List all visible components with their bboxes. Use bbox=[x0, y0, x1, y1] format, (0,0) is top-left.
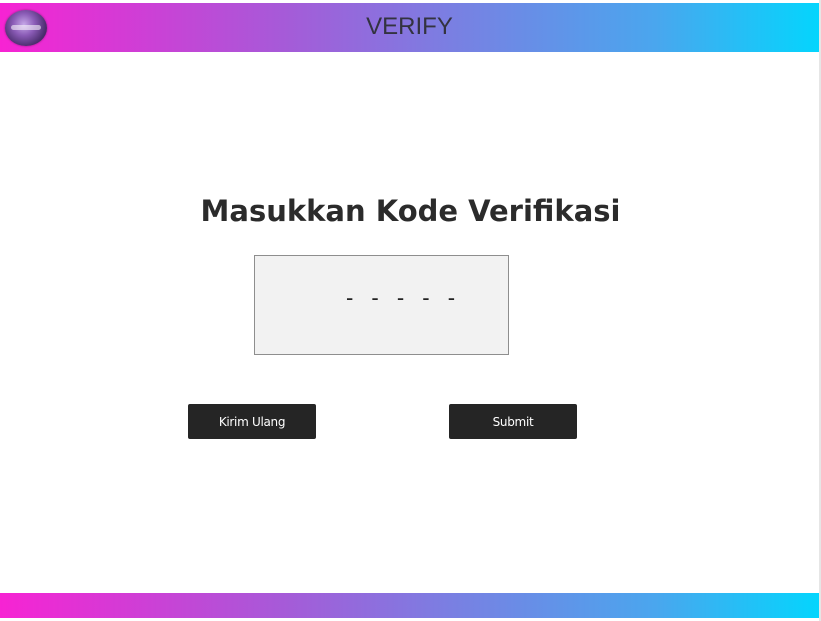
verification-heading: Masukkan Kode Verifikasi bbox=[200, 194, 621, 228]
verify-page: VERIFY Masukkan Kode Verifikasi Kirim Ul… bbox=[0, 0, 821, 621]
page-title: VERIFY bbox=[366, 13, 453, 40]
verification-code-box[interactable] bbox=[254, 255, 509, 355]
verification-code-input[interactable] bbox=[255, 281, 508, 315]
footer-bar bbox=[0, 593, 819, 618]
submit-button[interactable]: Submit bbox=[449, 404, 577, 439]
resend-button[interactable]: Kirim Ulang bbox=[188, 404, 316, 439]
